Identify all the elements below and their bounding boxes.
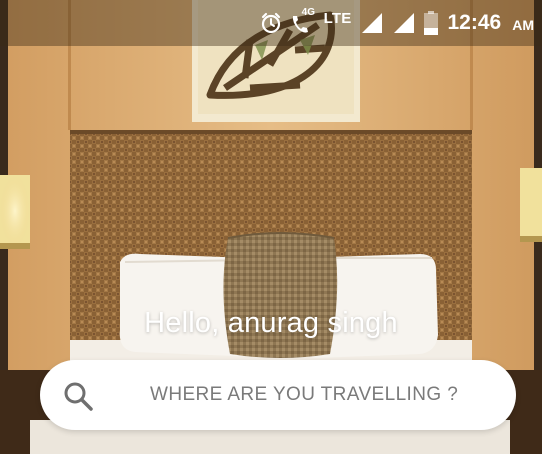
search-icon <box>62 380 94 412</box>
cell-signal-icon <box>360 11 384 35</box>
cell-signal-icon <box>392 11 416 35</box>
clock-ampm: AM <box>512 17 534 33</box>
lte-label: LTE <box>323 9 352 27</box>
network-type-label: 4G <box>301 7 316 18</box>
alarm-clock-icon <box>260 12 282 34</box>
search-placeholder: WHERE ARE YOU TRAVELLING ? <box>150 384 459 405</box>
home-screen: 4G LTE 12:46 AM Hello, anurag singh WHER… <box>0 0 542 454</box>
wifi-calling-icon: 4G <box>290 7 316 34</box>
battery-icon <box>423 11 438 35</box>
destination-search-bar[interactable]: WHERE ARE YOU TRAVELLING ? <box>40 360 516 430</box>
status-icons: 4G LTE 12:46 AM <box>260 0 534 46</box>
clock-time: 12:46 <box>447 11 502 34</box>
greeting-text: Hello, anurag singh <box>144 307 398 339</box>
status-bar: 4G LTE 12:46 AM <box>0 0 542 46</box>
